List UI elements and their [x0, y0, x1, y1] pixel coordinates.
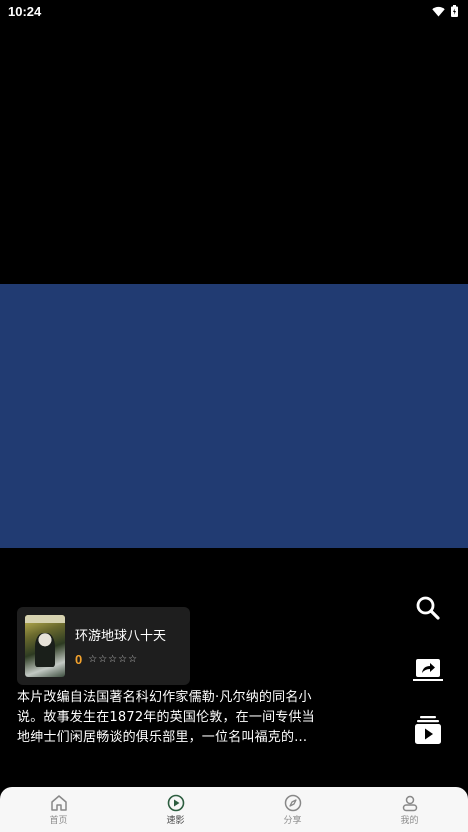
rating-row: 0 ☆ ☆ ☆ ☆ ☆ [75, 652, 166, 667]
share-icon [413, 659, 443, 681]
tab-home[interactable]: 首页 [0, 787, 117, 832]
star-icon: ☆ [128, 654, 138, 665]
movie-poster [25, 615, 65, 677]
battery-icon [451, 5, 458, 17]
tab-share[interactable]: 分享 [234, 787, 351, 832]
movie-description: 本片改编自法国著名科幻作家儒勒·凡尔纳的同名小说。故事发生在1872年的英国伦敦… [17, 690, 315, 745]
playlist-icon [415, 716, 441, 744]
tab-label: 我的 [400, 815, 419, 826]
search-button[interactable] [409, 589, 447, 627]
star-icon: ☆ [118, 654, 128, 665]
movie-info-card[interactable]: 环游地球八十天 0 ☆ ☆ ☆ ☆ ☆ [17, 607, 190, 685]
tab-label: 分享 [283, 815, 302, 826]
bottom-tab-bar: 首页 速影 分享 我的 [0, 787, 468, 832]
movie-score: 0 [75, 652, 83, 667]
movie-title: 环游地球八十天 [75, 628, 167, 643]
status-time: 10:24 [8, 3, 42, 19]
user-icon [402, 795, 417, 811]
star-icon: ☆ [88, 654, 98, 665]
video-player[interactable] [0, 284, 468, 548]
star-rating: ☆ ☆ ☆ ☆ ☆ [88, 654, 137, 665]
tab-mine[interactable]: 我的 [351, 787, 468, 832]
wifi-icon [432, 6, 445, 16]
playlist-button[interactable] [409, 711, 447, 749]
home-icon [50, 794, 67, 811]
tab-label: 速影 [166, 815, 185, 826]
compass-icon [284, 794, 301, 811]
tab-label: 首页 [49, 815, 68, 826]
star-icon: ☆ [108, 654, 118, 665]
search-icon [416, 596, 440, 620]
play-circle-icon [167, 794, 184, 811]
share-button[interactable] [409, 650, 447, 688]
status-icons [432, 5, 458, 17]
tab-quick-video[interactable]: 速影 [117, 787, 234, 832]
status-bar: 10:24 [0, 0, 468, 22]
star-icon: ☆ [98, 654, 108, 665]
